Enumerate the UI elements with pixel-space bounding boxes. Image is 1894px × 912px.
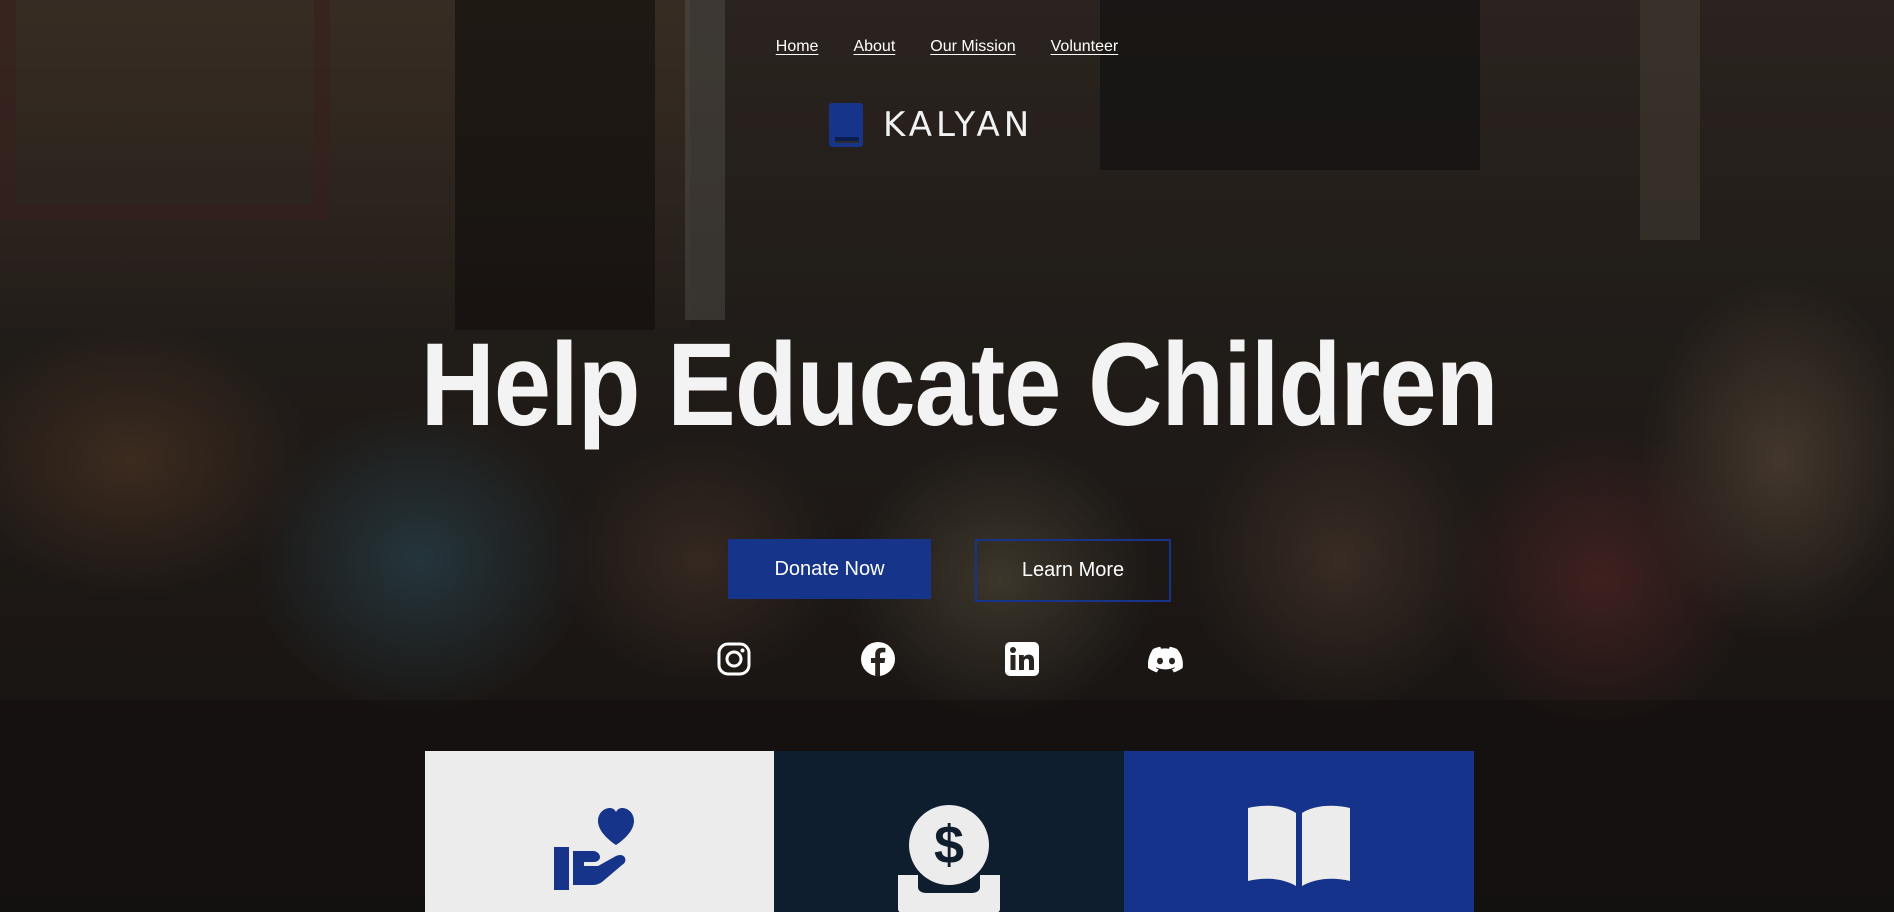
- main-nav: Home About Our Mission Volunteer: [0, 38, 1894, 56]
- nav-volunteer-link[interactable]: Volunteer: [1051, 38, 1119, 56]
- hero-headline: Help Educate Children: [420, 319, 1499, 451]
- linkedin-icon[interactable]: [1004, 641, 1040, 677]
- learn-more-button[interactable]: Learn More: [975, 539, 1171, 602]
- site-logo[interactable]: KALYAN: [829, 103, 1033, 147]
- open-book-icon: [1248, 805, 1350, 886]
- svg-text:$: $: [934, 815, 964, 875]
- nav-home-link[interactable]: Home: [776, 38, 819, 56]
- feature-card-education[interactable]: [1124, 751, 1474, 912]
- logo-text: KALYAN: [883, 105, 1034, 145]
- feature-cards: $: [425, 751, 1474, 912]
- nav-our-mission-link[interactable]: Our Mission: [930, 38, 1015, 56]
- book-icon: [829, 103, 863, 147]
- instagram-icon[interactable]: [716, 641, 752, 677]
- heart-hand-icon: [553, 808, 634, 890]
- donation-coin-icon: $: [898, 805, 1000, 912]
- feature-card-care[interactable]: [425, 751, 774, 912]
- nav-about-link[interactable]: About: [853, 38, 895, 56]
- facebook-icon[interactable]: [860, 641, 896, 677]
- donate-now-button[interactable]: Donate Now: [728, 539, 931, 599]
- feature-card-donate[interactable]: $: [774, 751, 1124, 912]
- social-links: [716, 641, 1184, 677]
- discord-icon[interactable]: [1147, 641, 1184, 677]
